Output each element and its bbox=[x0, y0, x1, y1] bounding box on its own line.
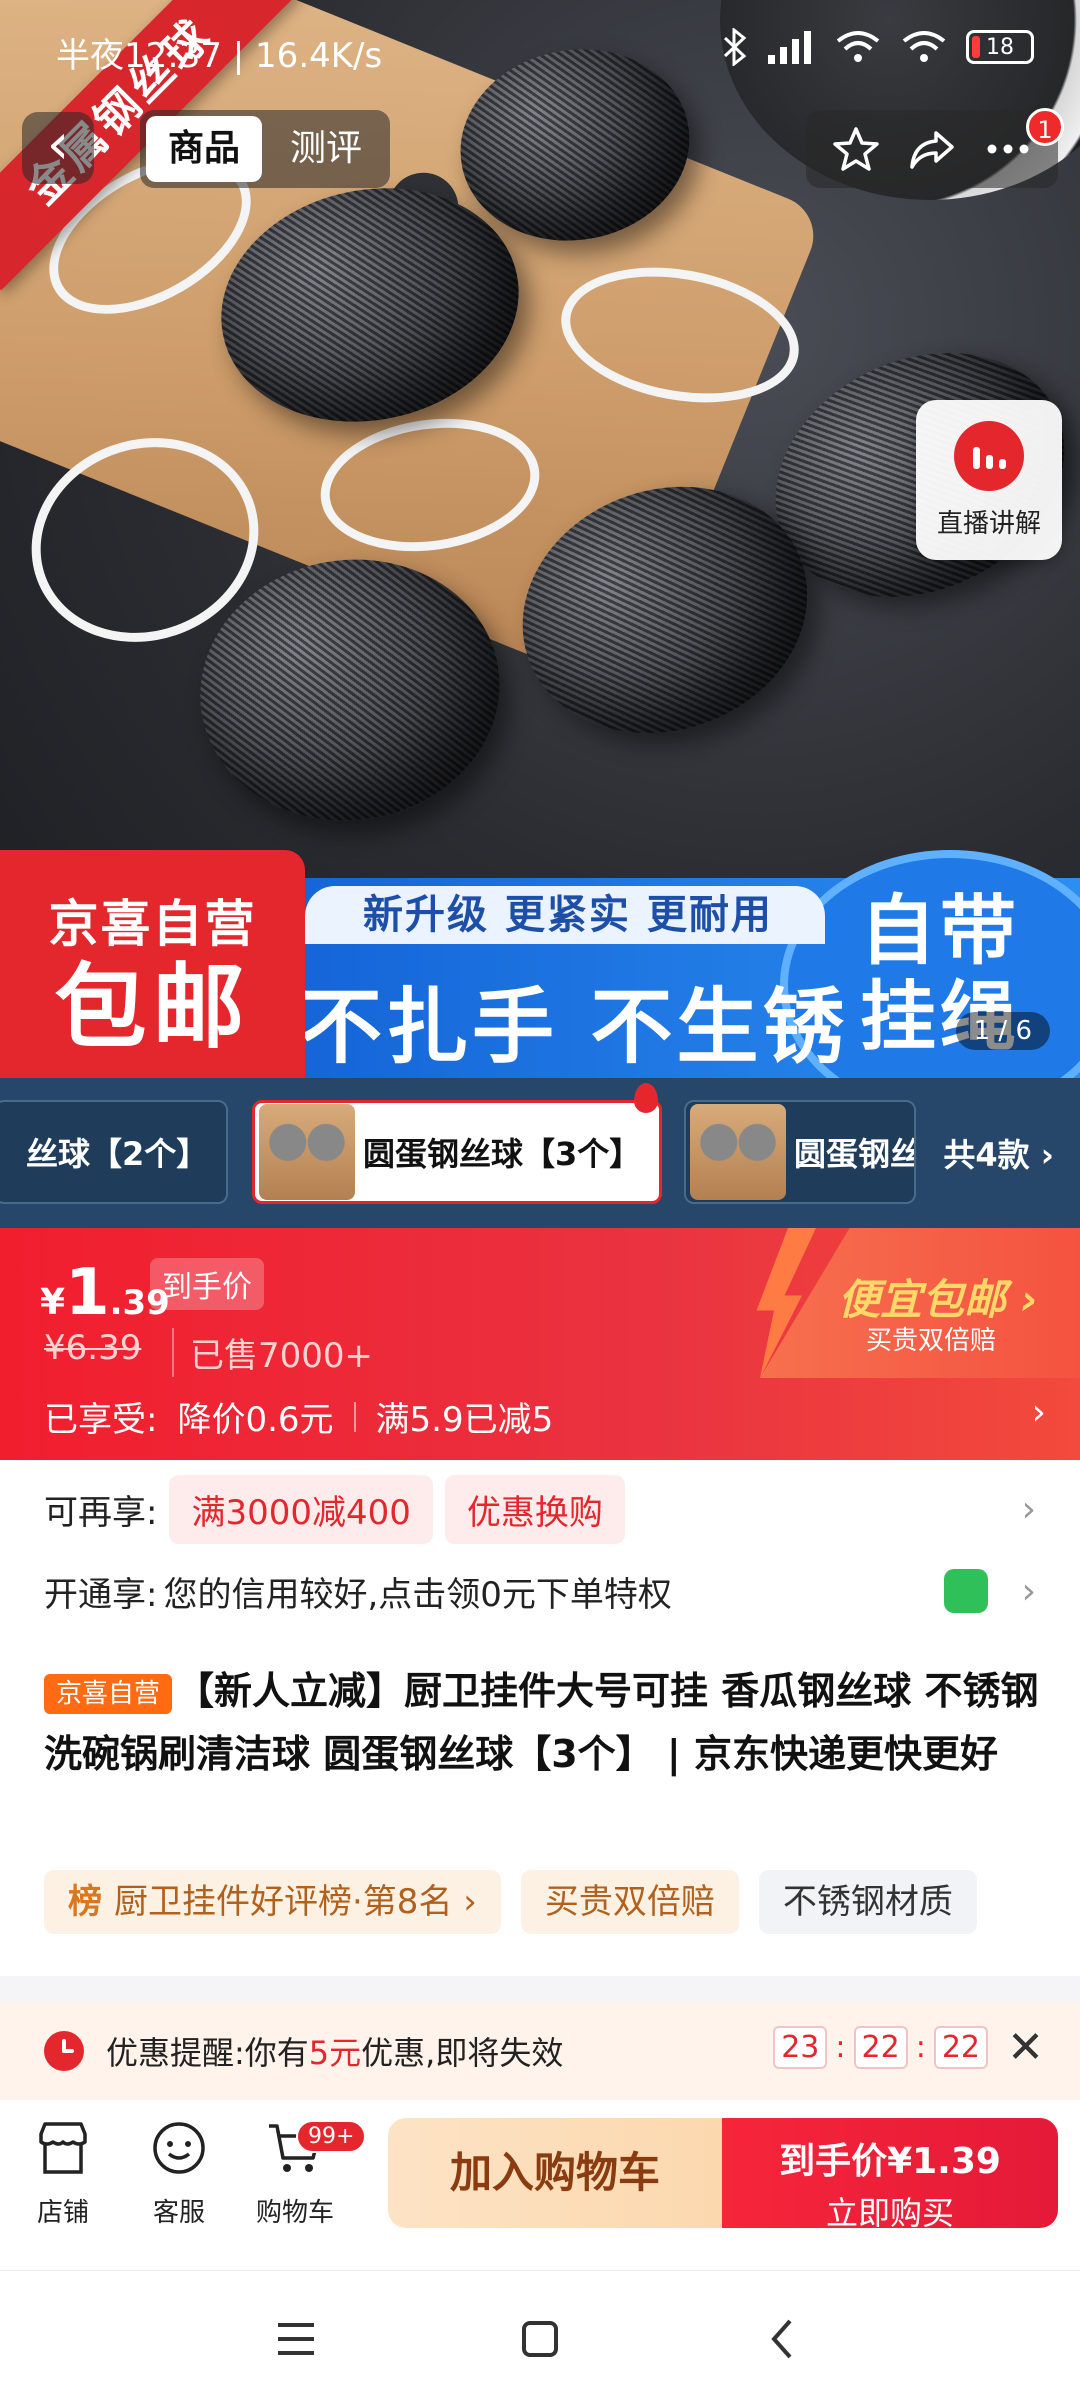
add-to-cart-button[interactable]: 加入购物车 bbox=[388, 2118, 722, 2228]
product-chips: 榜厨卫挂件好评榜·第8名 › 买贵双倍赔 不锈钢材质 bbox=[44, 1870, 977, 1934]
star-icon[interactable] bbox=[832, 125, 880, 173]
back-button[interactable]: ‹ bbox=[22, 112, 94, 184]
variant-item-selected[interactable]: 圆蛋钢丝球【3个】 bbox=[252, 1100, 662, 1204]
banner-headline: 不扎手 不生锈 bbox=[300, 980, 849, 1075]
live-explain-button[interactable]: 直播讲解 bbox=[916, 400, 1062, 560]
guarantee-chip[interactable]: 买贵双倍赔 bbox=[520, 1870, 739, 1934]
shopping-bag-icon bbox=[944, 1569, 988, 1613]
final-price-tag: 到手价 bbox=[150, 1258, 264, 1310]
variant-thumbnail bbox=[259, 1104, 355, 1200]
price-guarantee-text: 买贵双倍赔 bbox=[866, 1326, 997, 1356]
status-time: 半夜12:37 | 16.4K/s bbox=[56, 36, 383, 76]
notification-badge: 1 bbox=[1026, 108, 1064, 146]
buy-now-button[interactable]: 到手价¥1.39 立即购买 bbox=[722, 2118, 1058, 2232]
promo-banner: 新升级 更紧实 更耐用 不扎手 不生锈 自带 挂绳 京喜自营 包邮 bbox=[0, 850, 1080, 1078]
close-icon[interactable]: ✕ bbox=[1007, 2022, 1044, 2073]
live-icon bbox=[954, 420, 1024, 491]
menu-icon[interactable] bbox=[266, 2309, 326, 2369]
more-icon[interactable] bbox=[984, 125, 1032, 173]
product-image-carousel[interactable]: 金属钢丝球 半夜12:37 | 16.4K/s 18 ‹ 商品 测评 1 直播讲… bbox=[0, 0, 1080, 1078]
cellular-signal-icon bbox=[768, 31, 811, 64]
banner-red-big: 包邮 bbox=[54, 954, 251, 1061]
chevron-right-icon[interactable]: › bbox=[1032, 1392, 1046, 1433]
credit-privilege-row[interactable]: 开通享: 您的信用较好,点击领0元下单特权 › bbox=[0, 1556, 1080, 1626]
cart-count-badge: 99+ bbox=[296, 2120, 367, 2153]
sold-count: 已售7000+ bbox=[172, 1328, 373, 1377]
promo-pill[interactable]: 满3000减400 bbox=[169, 1474, 433, 1544]
enjoyed-discounts[interactable]: 已享受: 降价0.6元 满5.9已减5 bbox=[44, 1392, 553, 1441]
store-button[interactable]: 店铺 bbox=[8, 2118, 118, 2229]
variant-strip: 丝球【2个】 圆蛋钢丝球【3个】 圆蛋钢丝 共4款 › bbox=[0, 1078, 1080, 1228]
back-nav-icon[interactable] bbox=[754, 2309, 814, 2369]
system-navigation-bar bbox=[0, 2270, 1080, 2400]
tab-product[interactable]: 商品 bbox=[146, 116, 263, 182]
header-actions bbox=[806, 110, 1058, 188]
banner-strip-text: 新升级 更紧实 更耐用 bbox=[305, 886, 825, 944]
image-pager: 1 / 6 bbox=[955, 1012, 1050, 1050]
store-icon bbox=[39, 2122, 87, 2174]
customer-service-icon bbox=[153, 2122, 205, 2174]
banner-red-top: 京喜自营 bbox=[48, 895, 257, 953]
chevron-right-icon: › bbox=[1021, 1570, 1036, 1612]
banner-red-block: 京喜自营 包邮 bbox=[0, 850, 305, 1078]
bottom-action-bar: 店铺 客服 购物车 99+ 加入购物车 到手价¥1.39 立即购买 bbox=[0, 2100, 1080, 2270]
variant-thumbnail bbox=[690, 1104, 786, 1200]
wifi-icon bbox=[902, 31, 946, 62]
section-divider bbox=[0, 1976, 1080, 2002]
page-tabs: 商品 测评 bbox=[140, 110, 391, 188]
variant-count-link[interactable]: 共4款 › bbox=[943, 1130, 1054, 1176]
original-price: ¥6.39 bbox=[44, 1328, 142, 1368]
cheap-shipping-link[interactable]: 便宜包邮 › bbox=[838, 1266, 1038, 1327]
customer-service-button[interactable]: 客服 bbox=[124, 2118, 234, 2229]
countdown-timer: 23: 22: 22 bbox=[773, 2026, 988, 2069]
variant-item[interactable]: 丝球【2个】 bbox=[0, 1100, 228, 1204]
price-panel: ¥1.39 到手价 ¥6.39 已售7000+ 已享受: 降价0.6元 满5.9… bbox=[0, 1228, 1080, 1460]
selected-drop-marker bbox=[634, 1083, 658, 1113]
status-bar: 半夜12:37 | 16.4K/s 18 bbox=[0, 0, 1080, 100]
live-label: 直播讲解 bbox=[936, 508, 1041, 539]
wifi-icon bbox=[836, 31, 880, 62]
tab-review[interactable]: 测评 bbox=[268, 116, 384, 182]
rank-chip[interactable]: 榜厨卫挂件好评榜·第8名 › bbox=[44, 1870, 501, 1934]
coupon-reminder[interactable]: 优惠提醒:你有 5元 优惠,即将失效 23: 22: 22 ✕ bbox=[0, 2002, 1080, 2100]
extra-promos-row[interactable]: 可再享: 满3000减400 优惠换购 › bbox=[0, 1470, 1080, 1548]
store-tag: 京喜自营 bbox=[44, 1673, 173, 1714]
bluetooth-icon bbox=[723, 28, 747, 66]
material-chip[interactable]: 不锈钢材质 bbox=[758, 1870, 977, 1934]
promo-pill[interactable]: 优惠换购 bbox=[444, 1474, 625, 1544]
clock-icon bbox=[44, 2031, 84, 2071]
variant-item[interactable]: 圆蛋钢丝 bbox=[684, 1100, 916, 1204]
chevron-right-icon: › bbox=[1021, 1488, 1036, 1530]
share-icon[interactable] bbox=[908, 125, 956, 173]
battery-icon: 18 bbox=[966, 30, 1034, 64]
home-icon[interactable] bbox=[510, 2309, 570, 2369]
product-title: 京喜自营 【新人立减】厨卫挂件大号可挂 香瓜钢丝球 不锈钢洗碗锅刷清洁球 圆蛋钢丝… bbox=[44, 1669, 1039, 1776]
